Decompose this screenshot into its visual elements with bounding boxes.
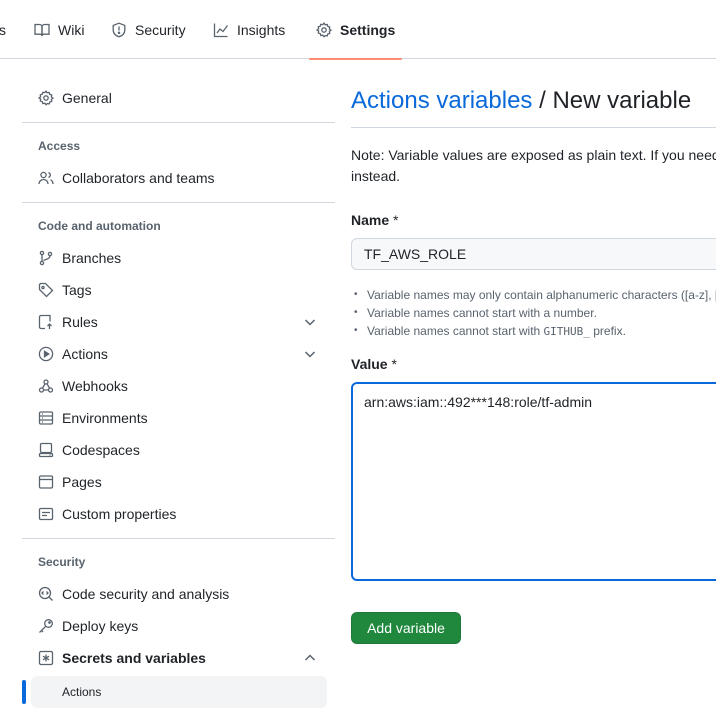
- tab-partial[interactable]: s: [0, 0, 6, 59]
- repo-push-icon: [38, 314, 52, 330]
- note-line: Note: Variable values are exposed as pla…: [351, 147, 716, 163]
- chevron-down-icon: [304, 351, 316, 358]
- hint-item: Variable names may only contain alphanum…: [351, 286, 716, 304]
- section-heading-code: Code and automation: [38, 219, 161, 233]
- sidebar-item-label: General: [62, 90, 112, 106]
- graph-icon: [213, 23, 229, 37]
- name-input[interactable]: TF_AWS_ROLE: [351, 238, 716, 270]
- sidebar-item-label: Branches: [62, 250, 122, 266]
- gear-icon: [38, 90, 54, 106]
- note-line: instead.: [351, 168, 401, 184]
- chevron-down-icon: [304, 319, 316, 326]
- codespaces-icon: [38, 442, 54, 458]
- note-icon: [38, 507, 54, 521]
- sidebar-divider: [22, 122, 335, 123]
- sidebar-item-label: Codespaces: [62, 442, 140, 458]
- name-input-value: TF_AWS_ROLE: [364, 246, 467, 262]
- required-mark: *: [393, 212, 399, 228]
- sidebar-item-label: Code security and analysis: [62, 586, 230, 602]
- sidebar-item-label: Custom properties: [62, 506, 177, 522]
- sidebar-item-label: Deploy keys: [62, 618, 139, 634]
- tab-security[interactable]: Security: [111, 0, 186, 59]
- server-icon: [38, 411, 54, 425]
- section-heading-security: Security: [38, 555, 86, 569]
- sidebar-item-actions[interactable]: Actions: [22, 339, 328, 369]
- tab-wiki-label: Wiki: [58, 21, 85, 38]
- tab-security-label: Security: [135, 21, 186, 38]
- sidebar-item-label: Environments: [62, 410, 148, 426]
- gear-icon: [316, 21, 332, 38]
- sidebar-item-label: Actions: [62, 346, 108, 362]
- hint-text: prefix.: [589, 324, 626, 338]
- sidebar-item-collaborators[interactable]: Collaborators and teams: [22, 163, 328, 193]
- name-hints: Variable names may only contain alphanum…: [351, 286, 716, 341]
- sidebar-item-webhooks[interactable]: Webhooks: [22, 371, 328, 401]
- plain-text-note: Note: Variable values are exposed as pla…: [351, 145, 716, 187]
- value-label-text: Value: [351, 356, 388, 372]
- repo-nav: s Wiki Security Insights Settings: [0, 0, 716, 60]
- play-circle-icon: [38, 346, 54, 362]
- section-heading-access: Access: [38, 139, 81, 153]
- hint-text: Variable names cannot start with: [367, 324, 544, 338]
- tag-icon: [38, 282, 54, 298]
- chevron-up-icon: [304, 654, 316, 661]
- sidebar-item-branches[interactable]: Branches: [22, 243, 328, 273]
- breadcrumb-separator: /: [532, 87, 553, 114]
- tab-wiki[interactable]: Wiki: [34, 0, 84, 59]
- sidebar-item-pages[interactable]: Pages: [22, 467, 328, 497]
- sidebar-item-label: Tags: [62, 282, 92, 298]
- sidebar-item-codespaces[interactable]: Codespaces: [22, 435, 328, 465]
- hint-item: Variable names cannot start with GITHUB_…: [351, 322, 716, 341]
- book-icon: [34, 23, 50, 36]
- shield-icon: [112, 22, 126, 37]
- value-textarea-text: arn:aws:iam::492***148:role/tf-admin: [364, 394, 593, 410]
- tab-partial-label: s: [0, 21, 6, 38]
- sidebar-item-label: Rules: [62, 314, 98, 330]
- tab-insights-label: Insights: [237, 21, 286, 38]
- name-label-text: Name: [351, 212, 390, 228]
- sidebar-item-rules[interactable]: Rules: [22, 307, 328, 337]
- sidebar-item-deploy-keys[interactable]: Deploy keys: [22, 611, 328, 641]
- codescan-icon: [38, 586, 53, 601]
- breadcrumb-current: New variable: [552, 87, 692, 114]
- add-variable-button[interactable]: Add variable: [351, 612, 461, 644]
- sidebar-item-environments[interactable]: Environments: [22, 403, 328, 433]
- sidebar-item-label: Secrets and variables: [62, 650, 206, 666]
- heading-divider: [351, 127, 716, 128]
- sidebar-item-label: Collaborators and teams: [62, 170, 215, 186]
- sidebar-item-tags[interactable]: Tags: [22, 275, 328, 305]
- sidebar-item-label: Webhooks: [62, 378, 128, 394]
- hint-item: Variable names cannot start with a numbe…: [351, 304, 716, 322]
- sidebar-item-custom-properties[interactable]: Custom properties: [22, 499, 328, 529]
- sidebar-subitem-label: Actions: [62, 685, 102, 699]
- tab-settings[interactable]: Settings: [308, 0, 403, 60]
- active-indicator: [22, 680, 26, 704]
- value-textarea[interactable]: arn:aws:iam::492***148:role/tf-admin: [351, 382, 716, 581]
- sidebar-item-code-security[interactable]: Code security and analysis: [22, 579, 328, 609]
- git-branch-icon: [39, 250, 53, 266]
- sidebar-item-label: Pages: [62, 474, 102, 490]
- key-icon: [39, 619, 53, 633]
- tab-insights[interactable]: Insights: [213, 0, 285, 59]
- people-icon: [38, 171, 54, 185]
- sidebar-divider: [22, 202, 335, 203]
- sidebar-item-general[interactable]: General: [22, 83, 328, 113]
- name-label: Name *: [351, 212, 398, 228]
- required-mark: *: [391, 356, 397, 372]
- sidebar-item-secrets-variables[interactable]: Secrets and variables: [22, 643, 328, 673]
- breadcrumb-link-actions-variables[interactable]: Actions variables: [351, 87, 532, 114]
- tab-settings-label: Settings: [340, 21, 396, 38]
- value-label: Value *: [351, 356, 397, 372]
- webhook-icon: [38, 379, 54, 393]
- asterisk-box-icon: [38, 650, 54, 666]
- sidebar-subitem-actions[interactable]: Actions: [31, 676, 327, 708]
- sidebar-divider: [22, 538, 335, 539]
- hint-code: GITHUB_: [543, 325, 590, 338]
- browser-icon: [38, 475, 54, 489]
- page-title: Actions variables / New variable: [351, 87, 691, 115]
